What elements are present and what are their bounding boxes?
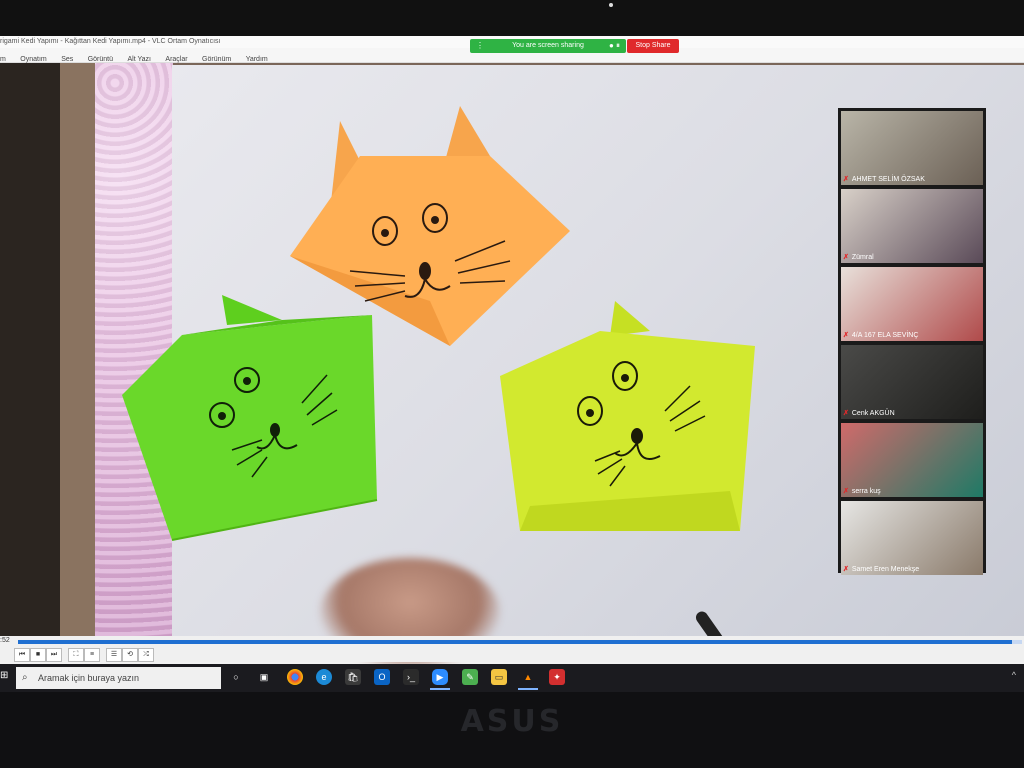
participant-name: Cenk AKGÜN (851, 410, 895, 417)
elapsed-time: :52 (0, 637, 10, 644)
participant-name: AHMET SELİM ÖZSAK (851, 176, 925, 183)
participant-name-line: ✗ Cenk AKGÜN (843, 409, 895, 418)
muted-mic-icon: ✗ (843, 176, 849, 183)
shuffle-icon[interactable]: ⤮ (138, 648, 154, 662)
pdf-icon[interactable]: ✦ (549, 669, 565, 685)
muted-mic-icon: ✗ (843, 410, 849, 417)
search-placeholder: Aramak için buraya yazın (38, 673, 140, 683)
participant-panel: ✗ AHMET SELİM ÖZSAK ✗ Zümral ✗ 4/A 167 ELA … (838, 108, 986, 575)
store-icon[interactable]: 🛍 (345, 669, 361, 685)
muted-mic-icon: ✗ (843, 488, 849, 495)
zoom-active-indicator (430, 688, 450, 690)
share-controls-icon[interactable]: ● ⏸ (609, 39, 620, 53)
participant-video (841, 345, 983, 419)
participant-name-line: ✗ Zümral (843, 253, 874, 262)
screen-sharing-banner[interactable]: ⋮ You are screen sharing ● ⏸ (470, 39, 626, 53)
fullscreen-icon[interactable]: ⛶ (68, 648, 84, 662)
webcam-dot (609, 3, 613, 7)
terminal-icon[interactable]: ›_ (403, 669, 419, 685)
muted-mic-icon: ✗ (843, 332, 849, 339)
cortana-icon[interactable]: ○ (228, 669, 244, 685)
brand-logo: ASUS (460, 704, 564, 739)
drag-handle-icon[interactable]: ⋮ (476, 39, 484, 53)
participant-tile[interactable]: ✗ 4/A 167 ELA SEVİNÇ (841, 267, 983, 341)
player-controls: :52 ⏮ ■ ⏭ ⛶ ≡ ☰ ⟲ ⤮ (0, 636, 1024, 662)
monitor-bezel-top (0, 0, 1024, 40)
file-explorer-icon[interactable]: ▭ (491, 669, 507, 685)
participant-name: Zümral (851, 254, 874, 261)
participant-video (841, 111, 983, 185)
yellow-paper-cat (500, 291, 770, 541)
participant-name-line: ✗ 4/A 167 ELA SEVİNÇ (843, 331, 918, 340)
participant-video (841, 267, 983, 341)
background-dark (0, 63, 60, 636)
vlc-icon[interactable]: ▲ (520, 669, 536, 685)
stop-share-label: Stop Share (635, 42, 671, 49)
loop-icon[interactable]: ⟲ (122, 648, 138, 662)
video-frame[interactable]: ✗ AHMET SELİM ÖZSAK ✗ Zümral ✗ 4/A 167 ELA … (0, 63, 1024, 668)
participant-video (841, 189, 983, 263)
participant-name: Samet Eren Menekşe (851, 566, 920, 573)
participant-name-line: ✗ serra kuş (843, 487, 881, 496)
muted-mic-icon: ✗ (843, 566, 849, 573)
participant-name: serra kuş (851, 488, 881, 495)
extended-settings-icon[interactable]: ≡ (84, 648, 100, 662)
search-icon: ⌕ (22, 672, 28, 683)
paint-icon[interactable]: ✎ (462, 669, 478, 685)
seek-bar[interactable] (18, 640, 1022, 644)
playlist-icon[interactable]: ☰ (106, 648, 122, 662)
background-wood (60, 63, 95, 636)
screen: rigami Kedi Yapımı - Kağıttan Kedi Yapım… (0, 36, 1024, 692)
screen-sharing-status: You are screen sharing (512, 42, 584, 49)
outlook-icon[interactable]: O (374, 669, 390, 685)
task-view-icon[interactable]: ▣ (256, 669, 272, 685)
next-icon[interactable]: ⏭ (46, 648, 62, 662)
participant-name-line: ✗ Samet Eren Menekşe (843, 565, 919, 574)
participant-tile[interactable]: ✗ serra kuş (841, 423, 983, 497)
edge-icon[interactable]: e (316, 669, 332, 685)
participant-tile[interactable]: ✗ AHMET SELİM ÖZSAK (841, 111, 983, 185)
monitor-bezel-bottom: ASUS (0, 692, 1024, 768)
windows-start-icon[interactable]: ⊞ (0, 670, 10, 684)
participant-tile[interactable]: ✗ Cenk AKGÜN (841, 345, 983, 419)
participant-name: 4/A 167 ELA SEVİNÇ (851, 332, 919, 339)
stop-icon[interactable]: ■ (30, 648, 46, 662)
seek-bar-fill (18, 640, 1012, 644)
taskbar-search-input[interactable]: ⌕ Aramak için buraya yazın (16, 667, 221, 689)
participant-tile[interactable]: ✗ Samet Eren Menekşe (841, 501, 983, 575)
participant-name-line: ✗ AHMET SELİM ÖZSAK (843, 175, 925, 184)
zoom-icon[interactable]: ▶ (432, 669, 448, 685)
participant-tile[interactable]: ✗ Zümral (841, 189, 983, 263)
chevron-up-icon[interactable]: ^ (1012, 670, 1016, 680)
green-paper-cat (122, 285, 382, 545)
participant-video (841, 423, 983, 497)
muted-mic-icon: ✗ (843, 254, 849, 261)
previous-icon[interactable]: ⏮ (14, 648, 30, 662)
stop-share-button[interactable]: Stop Share (627, 39, 679, 53)
windows-taskbar: ⊞ ⌕ Aramak için buraya yazın ○ ▣ e 🛍 O ›… (0, 664, 1024, 692)
participant-video (841, 501, 983, 575)
chrome-icon[interactable] (287, 669, 303, 685)
vlc-active-indicator (518, 688, 538, 690)
